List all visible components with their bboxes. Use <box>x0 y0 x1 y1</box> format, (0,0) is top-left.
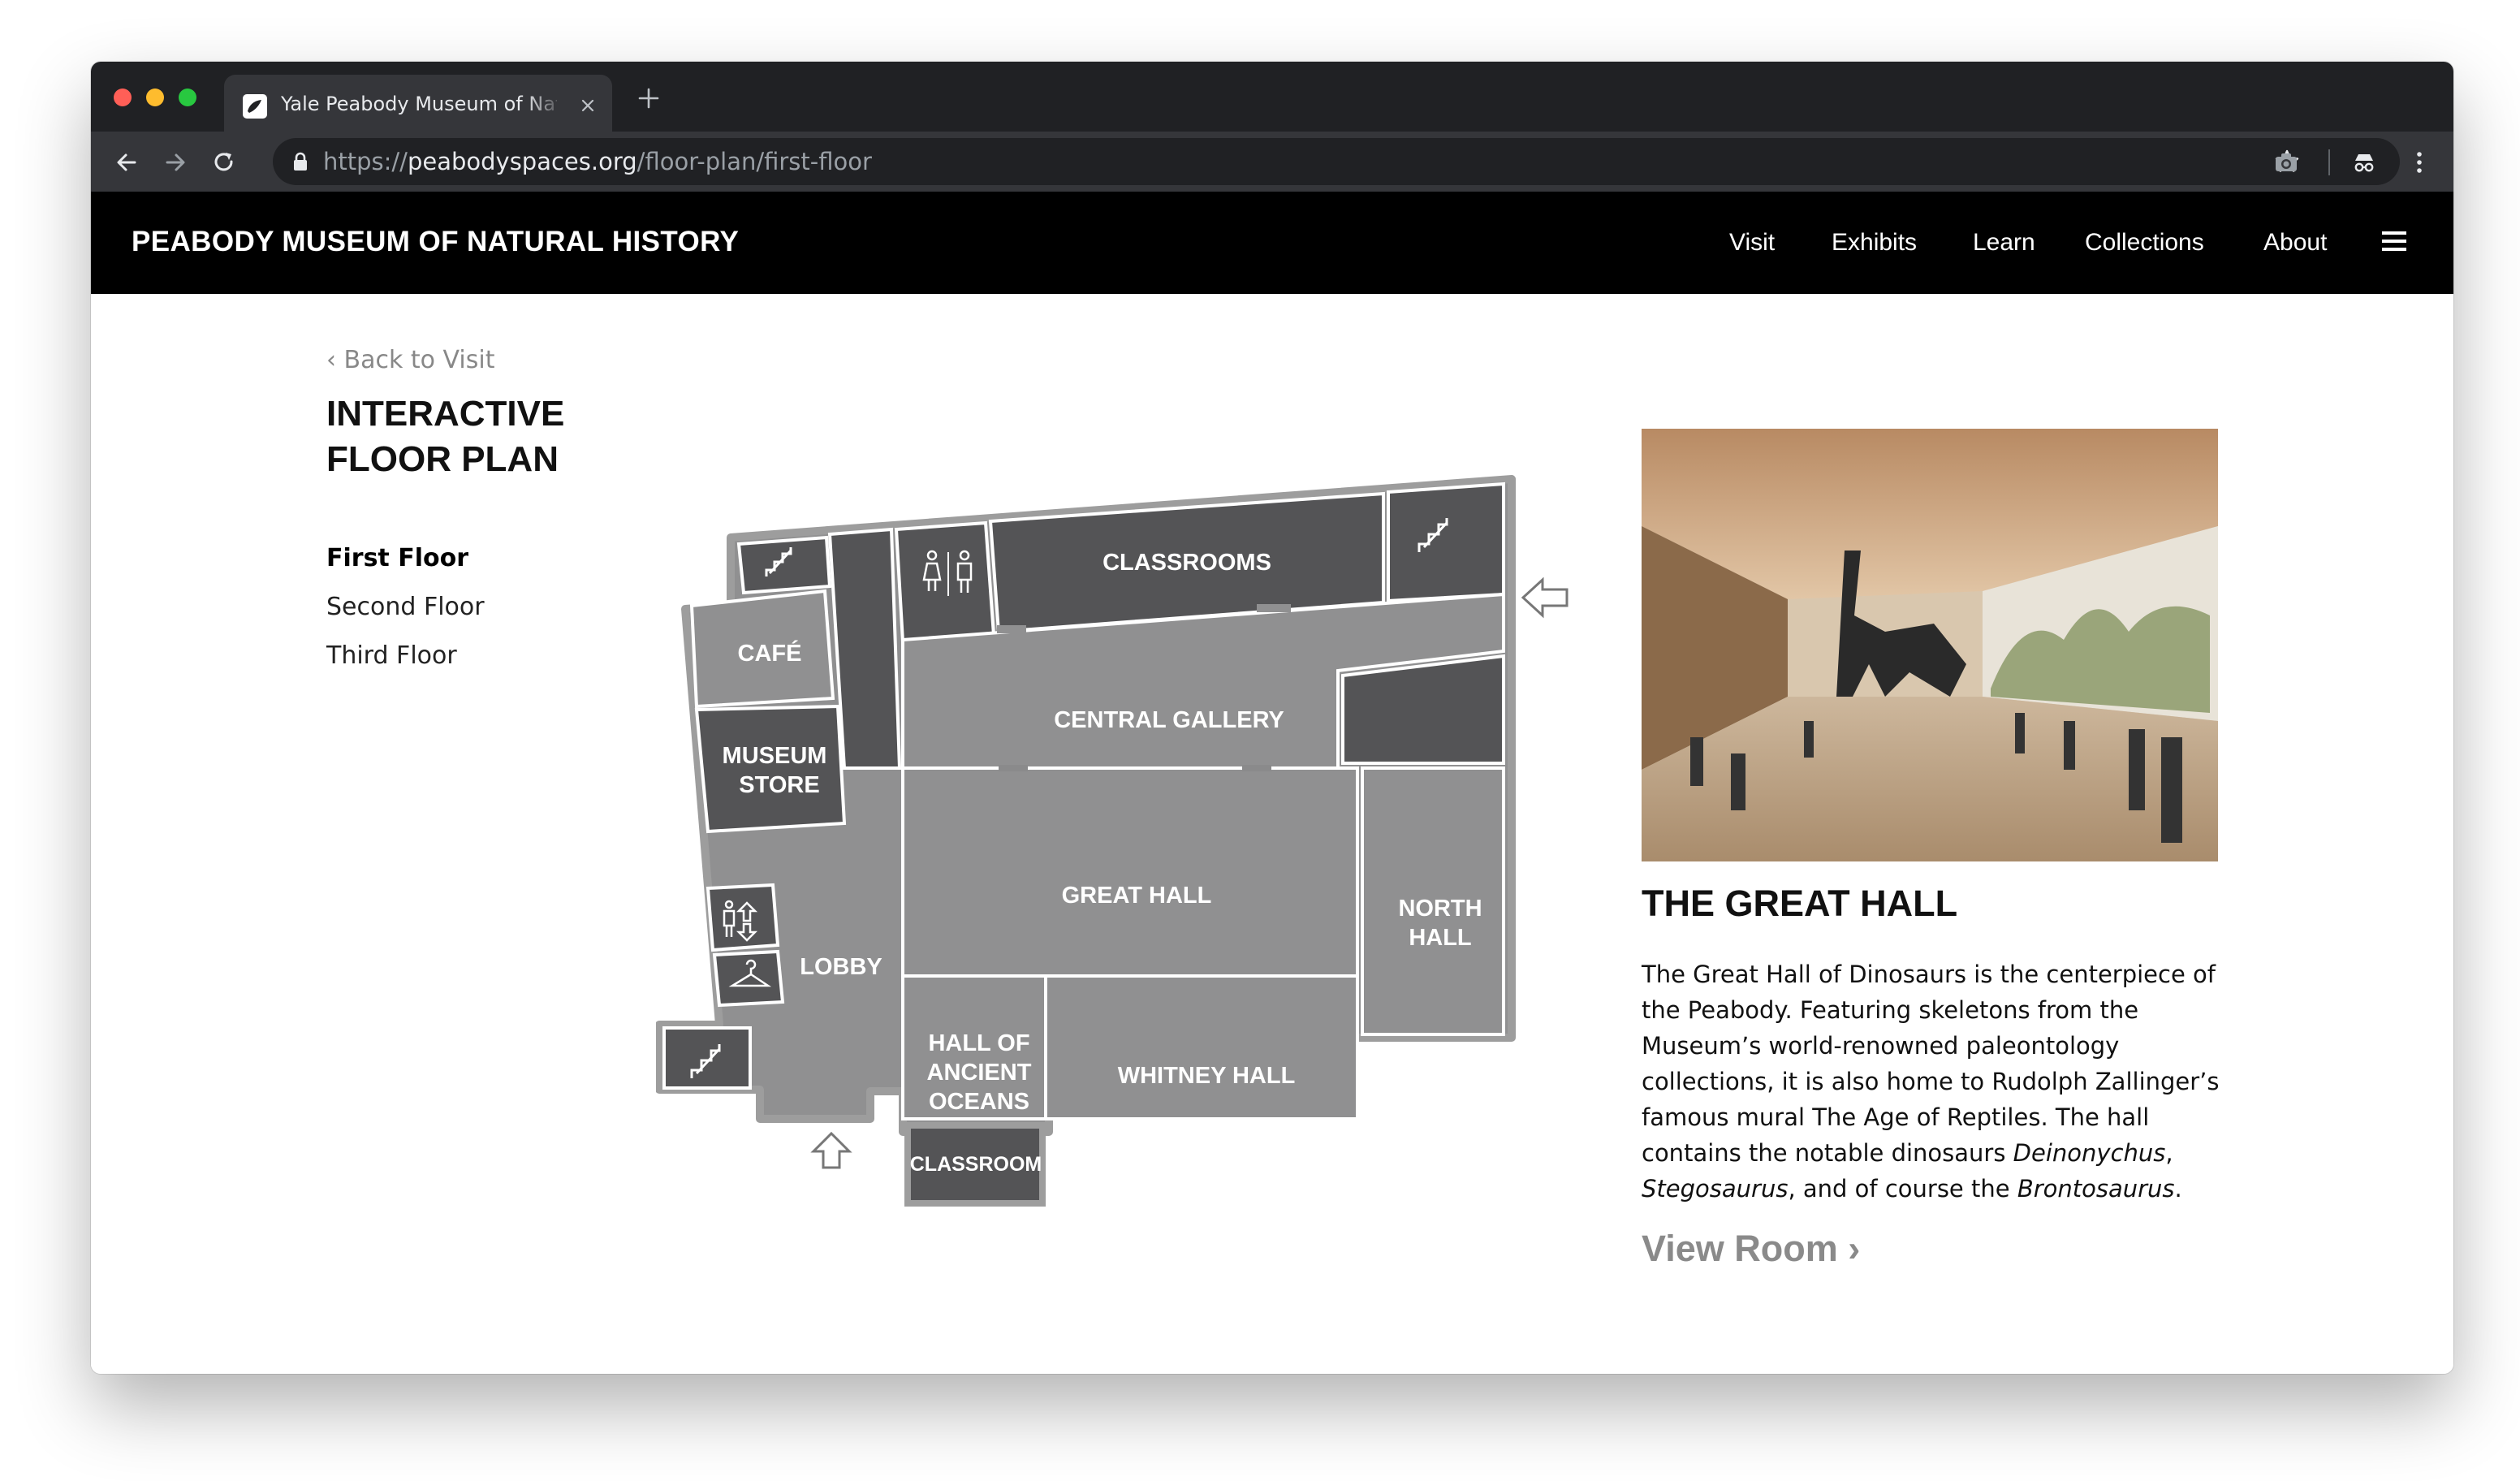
great-hall-photo[interactable] <box>1642 429 2218 861</box>
label-ancient-oceans-line1: HALL OF <box>928 1030 1029 1056</box>
page-content: ‹ Back to Visit INTERACTIVE FLOOR PLAN F… <box>91 294 2453 1374</box>
label-museum-store-line2: STORE <box>739 772 819 798</box>
nav-visit[interactable]: Visit <box>1729 221 1775 265</box>
stairs-room-northeast[interactable] <box>1387 481 1505 603</box>
browser-tab[interactable]: Yale Peabody Museum of Natural History <box>224 75 612 132</box>
site-header: PEABODY MUSEUM OF NATURAL HISTORY Visit … <box>91 192 2453 294</box>
url-text: https://peabodyspaces.org/floor-plan/fir… <box>323 148 872 175</box>
view-room-link[interactable]: View Room › <box>1642 1226 1860 1272</box>
toolbar-divider <box>2328 149 2330 175</box>
floor-link-second[interactable]: Second Floor <box>326 591 485 624</box>
browser-toolbar: https://peabodyspaces.org/floor-plan/fir… <box>91 132 2453 192</box>
room-museum-store[interactable] <box>694 704 847 834</box>
site-favicon-icon <box>243 94 267 119</box>
address-bar[interactable]: https://peabodyspaces.org/floor-plan/fir… <box>273 138 2400 185</box>
label-central-gallery: CENTRAL GALLERY <box>1054 707 1284 733</box>
label-ancient-oceans-line3: OCEANS <box>929 1089 1029 1115</box>
tab-close-icon[interactable] <box>578 96 598 115</box>
maximize-window-button[interactable] <box>179 89 196 106</box>
camera-icon[interactable] <box>2273 149 2299 175</box>
room-description: The Great Hall of Dinosaurs is the cente… <box>1642 961 2220 1203</box>
label-north-hall-line1: NORTH <box>1398 896 1482 922</box>
back-arrow-icon[interactable] <box>114 149 140 175</box>
east-entrance-arrow-icon <box>1521 576 1569 619</box>
new-tab-plus-icon[interactable] <box>636 86 661 110</box>
label-classrooms: CLASSROOMS <box>1102 550 1271 576</box>
nav-learn[interactable]: Learn <box>1973 221 2035 265</box>
forward-arrow-icon[interactable] <box>162 149 188 175</box>
room-title: THE GREAT HALL <box>1642 883 1958 924</box>
label-lobby: LOBBY <box>800 954 882 980</box>
browser-window: Yale Peabody Museum of Natural History <box>91 62 2453 1374</box>
restrooms-room[interactable] <box>894 520 996 644</box>
more-menu-icon[interactable] <box>2406 149 2432 175</box>
nav-exhibits[interactable]: Exhibits <box>1832 221 1917 265</box>
room-great-hall[interactable] <box>901 766 1359 978</box>
stairs-room-southwest[interactable] <box>662 1026 752 1090</box>
nav-collections[interactable]: Collections <box>2085 221 2204 265</box>
coat-check-room[interactable] <box>712 949 785 1008</box>
floor-link-first[interactable]: First Floor <box>326 542 468 575</box>
minimize-window-button[interactable] <box>146 89 164 106</box>
browser-titlebar: Yale Peabody Museum of Natural History <box>91 62 2453 132</box>
label-great-hall: GREAT HALL <box>1062 883 1212 909</box>
room-dark-east[interactable] <box>1341 654 1505 765</box>
back-to-visit-link[interactable]: ‹ Back to Visit <box>326 344 494 377</box>
stairs-room-northwest[interactable] <box>736 535 832 595</box>
label-whitney-hall: WHITNEY HALL <box>1118 1063 1296 1089</box>
incognito-icon[interactable] <box>2351 149 2377 175</box>
label-north-hall-line2: HALL <box>1409 925 1471 951</box>
lock-icon <box>294 152 307 171</box>
room-whitney-hall[interactable] <box>1044 974 1359 1120</box>
label-museum-store-line1: MUSEUM <box>723 743 827 769</box>
nav-about[interactable]: About <box>2263 221 2327 265</box>
hamburger-menu-icon[interactable] <box>2380 229 2408 253</box>
south-entrance-arrow-icon <box>810 1131 852 1169</box>
site-logo[interactable]: PEABODY MUSEUM OF NATURAL HISTORY <box>132 219 739 265</box>
reload-icon[interactable] <box>211 149 237 175</box>
label-classroom: CLASSROOM <box>910 1153 1042 1176</box>
page-title: INTERACTIVE FLOOR PLAN <box>326 394 565 479</box>
close-window-button[interactable] <box>114 89 132 106</box>
label-cafe: CAFÉ <box>738 639 802 667</box>
tab-title: Yale Peabody Museum of Natural History <box>281 93 557 115</box>
floor-plan-map: CLASSROOMS CAFÉ CENTRAL GALLERY MUSEUM S… <box>656 475 1569 1207</box>
floor-link-third[interactable]: Third Floor <box>326 640 457 672</box>
label-ancient-oceans-line2: ANCIENT <box>927 1060 1032 1086</box>
